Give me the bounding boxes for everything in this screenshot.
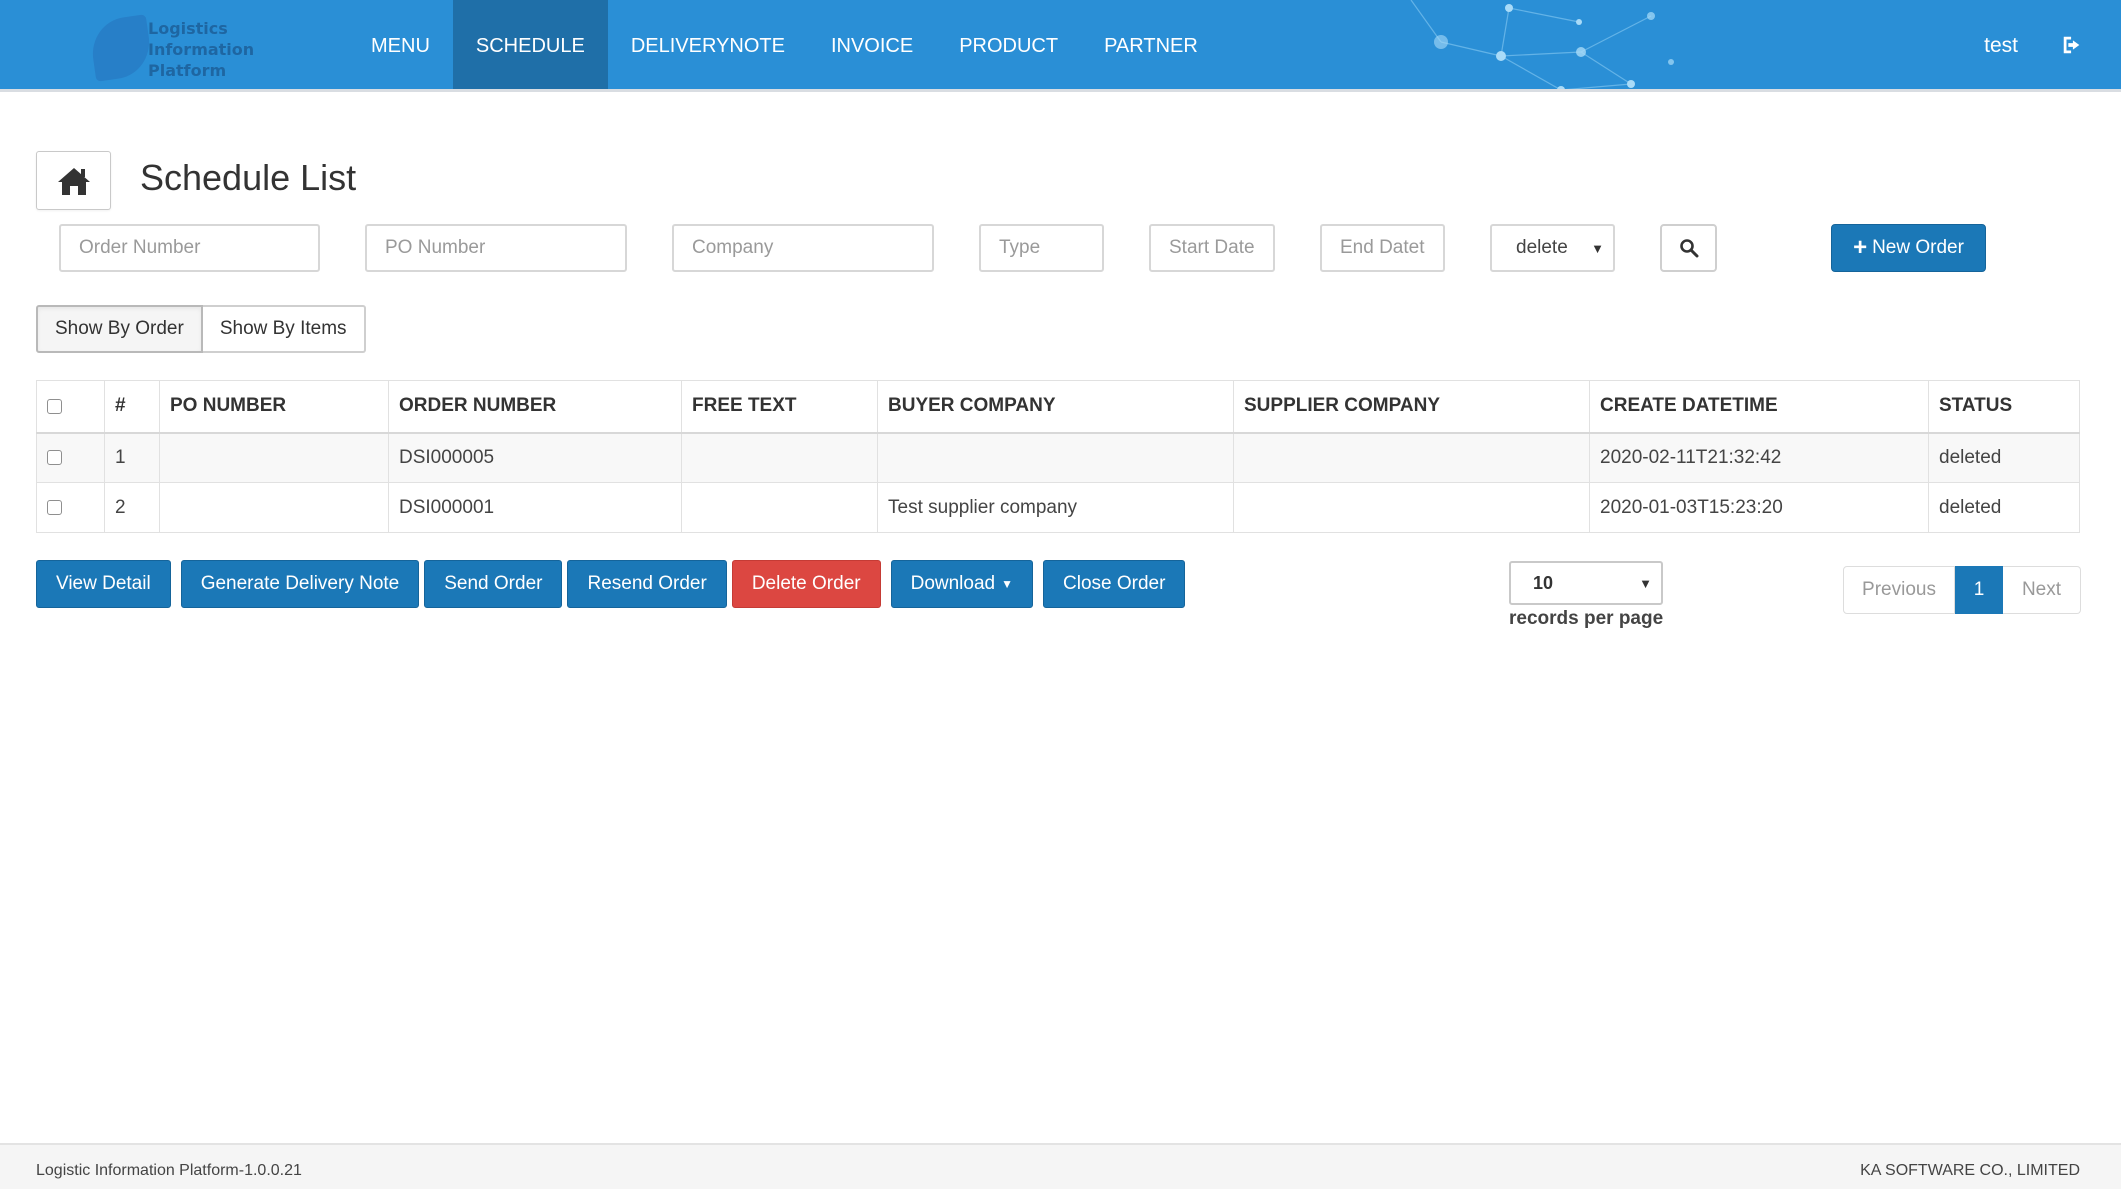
free-text-cell [681,482,878,533]
column-header: SUPPLIER COMPANY [1233,380,1590,434]
status-cell: deleted [1928,432,2080,483]
resend-order-button[interactable]: Resend Order [567,560,727,608]
logo-line-3: Platform [148,61,227,80]
column-header: # [104,380,160,434]
plus-icon: + [1853,234,1868,261]
order-number-cell: DSI000001 [388,482,682,533]
end-date-input[interactable] [1320,224,1445,272]
table-row[interactable]: 2 DSI000001 Test supplier company 2020-0… [36,482,2080,533]
sign-out-icon[interactable] [2061,34,2083,56]
row-checkbox[interactable] [47,499,62,515]
select-all-header [36,380,105,434]
buyer-company-cell: Test supplier company [877,482,1234,533]
table-row[interactable]: 1 DSI000005 2020-02-11T21:32:42 deleted [36,432,2080,483]
search-button[interactable] [1660,224,1717,272]
column-header: BUYER COMPANY [877,380,1234,434]
row-number: 2 [104,482,160,533]
download-button[interactable]: Download ▼ [890,560,1033,608]
view-toggle: Show By Order Show By Items [36,305,366,353]
action-toolbar: View Detail Generate Delivery Note Send … [36,560,1190,608]
order-number-cell: DSI000005 [388,432,682,483]
nav-item-schedule[interactable]: SCHEDULE [452,0,608,89]
page-title: Schedule List [140,157,357,198]
status-select-value: delete [1516,237,1568,258]
top-navbar: Logistics Information Platform MENU SCHE… [0,0,2121,92]
table-header-row: # PO NUMBER ORDER NUMBER FREE TEXT BUYER… [36,380,2080,434]
type-input[interactable] [979,224,1104,272]
row-checkbox[interactable] [47,450,62,466]
main-nav: MENU SCHEDULE DELIVERYNOTE INVOICE PRODU… [348,0,1221,89]
create-datetime-cell: 2020-01-03T15:23:20 [1589,482,1929,533]
nav-item-invoice[interactable]: INVOICE [808,0,936,89]
po-number-cell [159,482,389,533]
records-per-page-select[interactable]: 10 ▼ [1509,561,1663,605]
records-per-page-value: 10 [1533,572,1554,593]
close-order-button[interactable]: Close Order [1043,560,1186,608]
footer: Logistic Information Platform-1.0.0.21 K… [0,1143,2121,1189]
pagination: Previous 1 Next [1843,566,2081,614]
next-page-button[interactable]: Next [2003,566,2081,614]
send-order-button[interactable]: Send Order [424,560,563,608]
logo-line-1: Logistics [148,19,228,38]
new-order-button[interactable]: + New Order [1831,224,1986,272]
nav-item-menu[interactable]: MENU [348,0,453,89]
delete-order-button[interactable]: Delete Order [731,560,881,608]
column-header: FREE TEXT [681,380,878,434]
user-name[interactable]: test [1984,0,2018,89]
start-date-input[interactable] [1149,224,1275,272]
previous-page-button[interactable]: Previous [1843,566,1955,614]
create-datetime-cell: 2020-02-11T21:32:42 [1589,432,1929,483]
company-name: KA SOFTWARE CO., LIMITED [1860,1162,2080,1179]
page-1-button[interactable]: 1 [1955,566,2003,614]
free-text-cell [681,432,878,483]
home-icon [57,167,90,195]
row-number: 1 [104,432,160,483]
column-header: ORDER NUMBER [388,380,682,434]
column-header: STATUS [1928,380,2080,434]
order-number-input[interactable] [59,224,320,272]
logo-line-2: Information [148,40,255,59]
app-logo[interactable]: Logistics Information Platform [88,14,292,82]
records-per-page-label: records per page [1509,608,1664,629]
row-select-cell [36,482,105,533]
supplier-company-cell [1233,432,1590,483]
row-select-cell [36,432,105,483]
leaf-logo-icon [88,14,154,82]
new-order-label: New Order [1872,237,1964,258]
nav-item-deliverynote[interactable]: DELIVERYNOTE [608,0,808,89]
search-icon [1679,239,1698,258]
status-select[interactable]: delete ▼ [1490,224,1615,272]
status-cell: deleted [1928,482,2080,533]
column-header: PO NUMBER [159,380,389,434]
show-by-items-button[interactable]: Show By Items [202,305,366,353]
view-detail-button[interactable]: View Detail [36,560,171,608]
generate-delivery-note-button[interactable]: Generate Delivery Note [180,560,420,608]
network-decoration [1410,0,1674,89]
caret-down-icon: ▼ [1591,241,1604,256]
caret-down-icon: ▼ [1001,577,1013,591]
nav-item-partner[interactable]: PARTNER [1081,0,1221,89]
download-label: Download [910,573,996,594]
column-header: CREATE DATETIME [1589,380,1929,434]
po-number-cell [159,432,389,483]
supplier-company-cell [1233,482,1590,533]
select-all-checkbox[interactable] [47,398,62,414]
schedule-table: # PO NUMBER ORDER NUMBER FREE TEXT BUYER… [36,380,2080,533]
nav-item-product[interactable]: PRODUCT [936,0,1081,89]
caret-down-icon: ▼ [1639,576,1652,591]
app-version: Logistic Information Platform-1.0.0.21 [36,1162,302,1179]
home-button[interactable] [36,151,111,210]
logo-text: Logistics Information Platform [148,18,254,81]
company-input[interactable] [672,224,934,272]
show-by-order-button[interactable]: Show By Order [36,305,203,353]
buyer-company-cell [877,432,1234,483]
po-number-input[interactable] [365,224,627,272]
